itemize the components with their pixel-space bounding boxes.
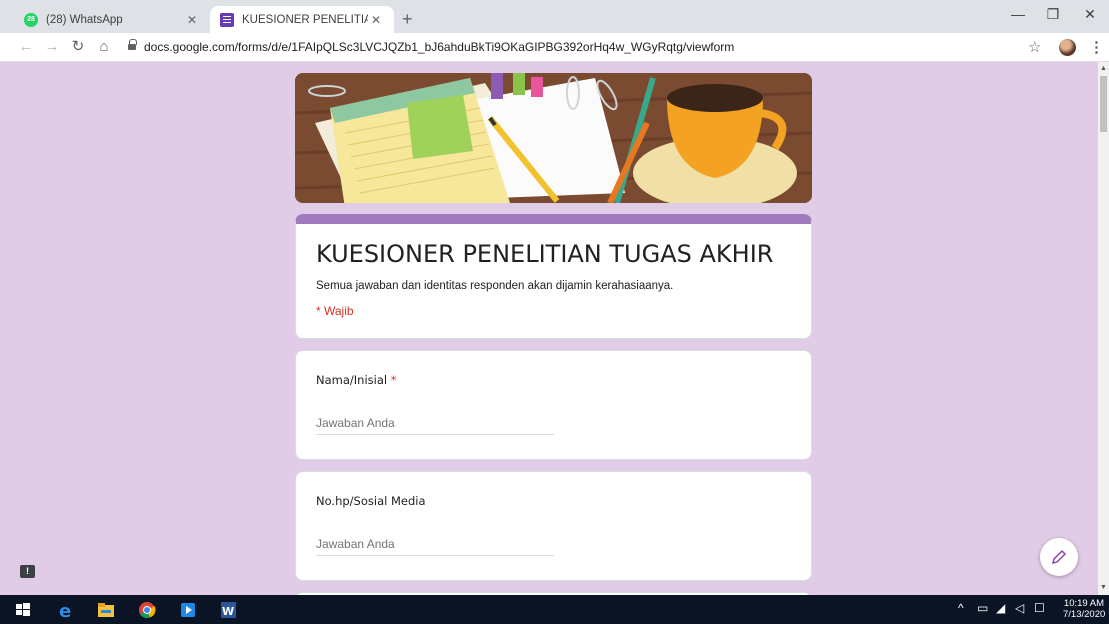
battery-icon[interactable]: ▭: [977, 601, 988, 615]
notification-icon[interactable]: ☐: [1034, 601, 1045, 615]
clock-date: 7/13/2020: [1063, 609, 1106, 620]
required-note: * Wajib: [316, 304, 354, 318]
feedback-icon[interactable]: !: [20, 565, 35, 578]
browser-toolbar: ← → ↻ ⌂ docs.google.com/forms/d/e/1FAIpQ…: [0, 33, 1109, 62]
edge-icon[interactable]: e: [57, 600, 77, 620]
close-window-icon[interactable]: ✕: [1075, 6, 1105, 23]
word-icon[interactable]: W: [218, 600, 238, 620]
form-title-card: KUESIONER PENELITIAN TUGAS AKHIR Semua j…: [295, 214, 812, 339]
tab-forms[interactable]: KUESIONER PENELITIAN TUGAS ✕: [210, 6, 394, 33]
scroll-down-icon[interactable]: ▼: [1100, 584, 1107, 591]
question-label: Nama/Inisial *: [316, 373, 396, 387]
file-explorer-icon[interactable]: [96, 600, 116, 620]
windows-taskbar: e W ^ ▭ ◢ ◁ ☐ 10:19 AM 7/13/2020: [0, 595, 1109, 624]
clock-time: 10:19 AM: [1063, 598, 1105, 609]
tab-label: (28) WhatsApp: [46, 13, 123, 26]
restore-icon[interactable]: ❐: [1038, 6, 1068, 23]
new-tab-button[interactable]: +: [402, 10, 413, 28]
tray-chevron-icon[interactable]: ^: [958, 601, 964, 615]
form-title: KUESIONER PENELITIAN TUGAS AKHIR: [316, 240, 774, 268]
question-card: Nama/Inisial *: [295, 350, 812, 460]
tab-label: KUESIONER PENELITIAN TUGAS: [242, 13, 368, 26]
svg-text:e: e: [59, 601, 71, 620]
page-scrollbar[interactable]: ▲ ▼: [1098, 62, 1109, 595]
question-text: No.hp/Sosial Media: [316, 494, 426, 508]
pencil-icon: [1051, 549, 1067, 565]
chrome-icon[interactable]: [137, 600, 157, 620]
tab-strip: 28 (28) WhatsApp ✕ KUESIONER PENELITIAN …: [0, 0, 1109, 33]
question-text: Nama/Inisial: [316, 373, 388, 387]
edit-fab-button[interactable]: [1040, 538, 1078, 576]
reload-icon[interactable]: ↻: [68, 37, 88, 57]
volume-icon[interactable]: ◁: [1015, 601, 1024, 615]
close-tab-icon[interactable]: ✕: [368, 13, 384, 27]
taskbar-clock[interactable]: 10:19 AM 7/13/2020: [1063, 598, 1105, 620]
google-forms-icon: [220, 12, 234, 27]
name-input[interactable]: [316, 411, 554, 435]
close-tab-icon[interactable]: ✕: [184, 13, 200, 27]
back-icon[interactable]: ←: [16, 37, 36, 57]
scroll-thumb[interactable]: [1100, 76, 1107, 132]
question-card: No.hp/Sosial Media: [295, 471, 812, 581]
form-page: KUESIONER PENELITIAN TUGAS AKHIR Semua j…: [0, 62, 1098, 595]
lock-icon[interactable]: [128, 39, 137, 51]
media-player-icon[interactable]: [178, 600, 198, 620]
form-description: Semua jawaban dan identitas responden ak…: [316, 280, 674, 292]
browser-menu-icon[interactable]: ⋮: [1089, 38, 1104, 56]
tab-whatsapp[interactable]: 28 (28) WhatsApp ✕: [14, 6, 210, 33]
forward-icon[interactable]: →: [42, 37, 62, 57]
profile-avatar[interactable]: [1059, 39, 1076, 56]
windows-start-icon[interactable]: [13, 600, 33, 620]
question-label: No.hp/Sosial Media: [316, 494, 426, 508]
required-asterisk: *: [390, 373, 397, 387]
svg-text:W: W: [222, 605, 234, 618]
wifi-icon[interactable]: ◢: [996, 601, 1005, 615]
form-header-image: [295, 73, 812, 203]
whatsapp-icon: 28: [24, 12, 38, 27]
bookmark-star-icon[interactable]: ☆: [1028, 38, 1041, 56]
address-bar[interactable]: docs.google.com/forms/d/e/1FAIpQLSc3LVCJ…: [144, 40, 734, 54]
contact-input[interactable]: [316, 532, 554, 556]
scroll-up-icon[interactable]: ▲: [1100, 65, 1107, 72]
minimize-icon[interactable]: —: [1003, 6, 1033, 22]
home-icon[interactable]: ⌂: [94, 37, 114, 57]
